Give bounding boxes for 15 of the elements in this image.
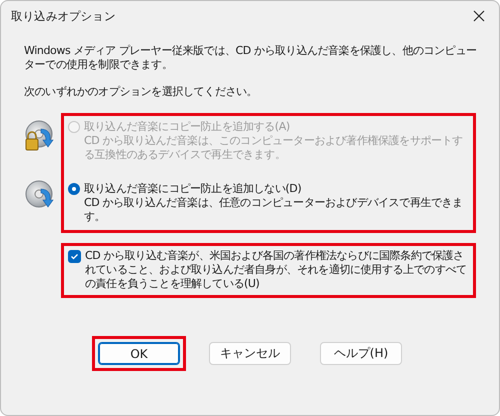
window-title: 取り込みオプション	[11, 9, 116, 23]
dialog-button[interactable]: OK	[98, 342, 180, 365]
dialog-button[interactable]: キャンセル	[209, 342, 291, 365]
check-icon	[69, 251, 80, 262]
disc-lock-icon	[24, 119, 56, 153]
radio-button[interactable]	[68, 183, 80, 195]
option-description: CD から取り込んだ音楽は、このコンピューターおよび著作権保護をサポートする互換性のあるデバイスで再生できます。	[83, 134, 464, 162]
prompt-text: 次のいずれかのオプションを選択してください。	[24, 85, 258, 99]
close-icon[interactable]	[473, 10, 485, 22]
dialog-button[interactable]: ヘルプ(H)	[320, 342, 402, 365]
option-label[interactable]: 取り込んだ音楽にコピー防止を追加しない(D)	[84, 182, 302, 196]
option-description: CD から取り込んだ音楽は、任意のコンピューターおよびデバイスで再生できます。	[83, 196, 464, 224]
intro-text: Windows メディア プレーヤー従来版では、CD から取り込んだ音楽を保護し、他のコンピューターでの使用を制限できます。	[24, 44, 478, 72]
checkbox[interactable]	[68, 250, 81, 263]
checkbox-label[interactable]: CD から取り込む音楽が、米国および各国の著作権法ならびに国際条約で保護されていること、および取り込んだ者自身が、それを適切に使用する上でのすべての責任を負うことを理解している(U)	[85, 249, 467, 291]
